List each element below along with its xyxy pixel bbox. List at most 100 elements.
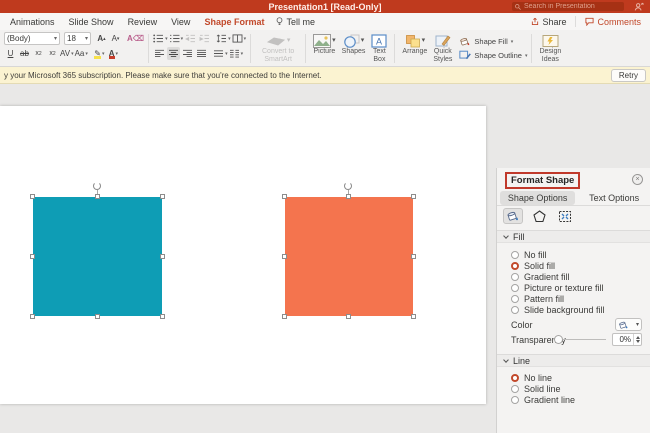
increase-indent-button[interactable] (198, 32, 211, 45)
justify-icon (196, 49, 207, 58)
fill-option-pattern-fill[interactable]: Pattern fill (511, 294, 564, 304)
radio-icon (511, 284, 519, 292)
fill-option-picture-texture-fill[interactable]: Picture or texture fill (511, 283, 604, 293)
spinner-steppers[interactable] (633, 334, 641, 345)
text-box-button[interactable]: A Text Box (368, 32, 390, 65)
line-option-gradient-line[interactable]: Gradient line (511, 395, 575, 405)
increase-font-size-button[interactable]: A▴ (95, 32, 108, 45)
fill-section-header[interactable]: Fill (497, 230, 650, 243)
text-direction-icon (232, 34, 243, 43)
slider-thumb[interactable] (554, 335, 563, 344)
tab-shape-options[interactable]: Shape Options (500, 191, 576, 205)
font-name-combo[interactable]: (Body)▾ (4, 32, 60, 45)
numbering-button[interactable]: ▾ (169, 32, 184, 45)
shape-fill-button[interactable]: Shape Fill ▾ (459, 36, 527, 47)
menu-animations[interactable]: Animations (10, 17, 55, 27)
shapes-button[interactable]: ▾ Shapes (339, 32, 369, 65)
rotate-handle[interactable] (344, 182, 352, 190)
menu-shape-format[interactable]: Shape Format (204, 17, 264, 27)
arrange-button[interactable]: ▾ Arrange (399, 32, 430, 65)
search-input[interactable]: Search in Presentation (512, 2, 624, 11)
change-case-button[interactable]: Aa▾ (75, 47, 88, 60)
clear-formatting-button[interactable]: A⌫ (127, 32, 144, 45)
justify-button[interactable] (195, 47, 208, 60)
line-spacing-button[interactable]: ▾ (216, 32, 231, 45)
slide-canvas[interactable] (0, 106, 486, 404)
shape-outline-button[interactable]: Shape Outline ▾ (459, 50, 527, 61)
step-down-icon[interactable] (636, 340, 640, 343)
subscript-button[interactable]: x2 (46, 47, 59, 60)
decrease-indent-button[interactable] (184, 32, 197, 45)
resize-handle[interactable] (346, 194, 351, 199)
text-direction-button[interactable]: ▾ (232, 32, 247, 45)
resize-handle[interactable] (282, 194, 287, 199)
menu-slide-show[interactable]: Slide Show (69, 17, 114, 27)
quick-styles-button[interactable]: Quick Styles (430, 32, 455, 65)
resize-handle[interactable] (282, 254, 287, 259)
line-section-header[interactable]: Line (497, 354, 650, 367)
resize-handle[interactable] (160, 314, 165, 319)
line-option-solid-line[interactable]: Solid line (511, 384, 561, 394)
teal-rectangle[interactable] (33, 197, 162, 316)
strikethrough-button[interactable]: ab (18, 47, 31, 60)
align-center-button[interactable] (167, 47, 180, 60)
superscript-button[interactable]: x2 (32, 47, 45, 60)
underline-button[interactable]: U (4, 47, 17, 60)
retry-button[interactable]: Retry (611, 69, 646, 82)
bullets-button[interactable]: ▾ (153, 32, 168, 45)
resize-handle[interactable] (30, 314, 35, 319)
menu-tell-me[interactable]: Tell me (276, 17, 315, 27)
coral-rectangle[interactable] (285, 197, 413, 316)
transparency-slider[interactable] (554, 334, 606, 344)
resize-handle[interactable] (346, 314, 351, 319)
resize-handle[interactable] (95, 314, 100, 319)
ribbon-divider (250, 34, 251, 63)
resize-handle[interactable] (411, 254, 416, 259)
fill-color-button[interactable]: ▾ (615, 318, 642, 331)
convert-to-smartart-button[interactable]: ▾ Convert to SmartArt (255, 32, 301, 65)
design-ideas-button[interactable]: Design Ideas (536, 32, 564, 65)
rotate-handle[interactable] (93, 182, 101, 190)
effects-icon[interactable] (529, 208, 549, 224)
font-color-button[interactable]: A▾ (107, 47, 120, 60)
ribbon-divider (148, 34, 149, 63)
font-size-combo[interactable]: 18▾ (64, 32, 91, 45)
fill-option-solid-fill[interactable]: Solid fill (511, 261, 555, 271)
align-right-icon (182, 49, 193, 58)
transparency-spinner[interactable]: 0% (612, 333, 642, 346)
resize-handle[interactable] (30, 254, 35, 259)
decrease-font-size-button[interactable]: A▾ (109, 32, 122, 45)
resize-handle[interactable] (160, 194, 165, 199)
comments-button[interactable]: Comments (576, 13, 650, 30)
close-icon[interactable]: × (632, 174, 643, 185)
align-right-button[interactable] (181, 47, 194, 60)
line-option-no-line[interactable]: No line (511, 373, 552, 383)
fill-option-no-fill[interactable]: No fill (511, 250, 547, 260)
align-left-button[interactable] (153, 47, 166, 60)
resize-handle[interactable] (95, 194, 100, 199)
fill-and-line-icon[interactable] (503, 208, 523, 224)
resize-handle[interactable] (411, 194, 416, 199)
menu-view[interactable]: View (171, 17, 190, 27)
color-row: Color (511, 320, 533, 330)
fill-option-gradient-fill[interactable]: Gradient fill (511, 272, 570, 282)
align-text-button[interactable]: ▾ (213, 47, 228, 60)
line-spacing-icon (216, 34, 227, 43)
share-presence-icon[interactable] (634, 2, 644, 12)
paint-bucket-icon (618, 320, 629, 330)
step-up-icon[interactable] (636, 336, 640, 339)
resize-handle[interactable] (160, 254, 165, 259)
menu-review[interactable]: Review (128, 17, 158, 27)
columns-button[interactable]: ▾ (229, 47, 244, 60)
character-spacing-button[interactable]: AV▾ (60, 47, 74, 60)
resize-handle[interactable] (282, 314, 287, 319)
fill-option-slide-background-fill[interactable]: Slide background fill (511, 305, 605, 315)
size-properties-icon[interactable] (555, 208, 575, 224)
text-highlight-button[interactable]: ✎▾ (93, 47, 106, 60)
resize-handle[interactable] (411, 314, 416, 319)
resize-handle[interactable] (30, 194, 35, 199)
tab-text-options[interactable]: Text Options (581, 191, 647, 205)
picture-button[interactable]: ▾ Picture (310, 32, 339, 65)
radio-icon (511, 385, 519, 393)
share-button[interactable]: Share (522, 13, 575, 30)
